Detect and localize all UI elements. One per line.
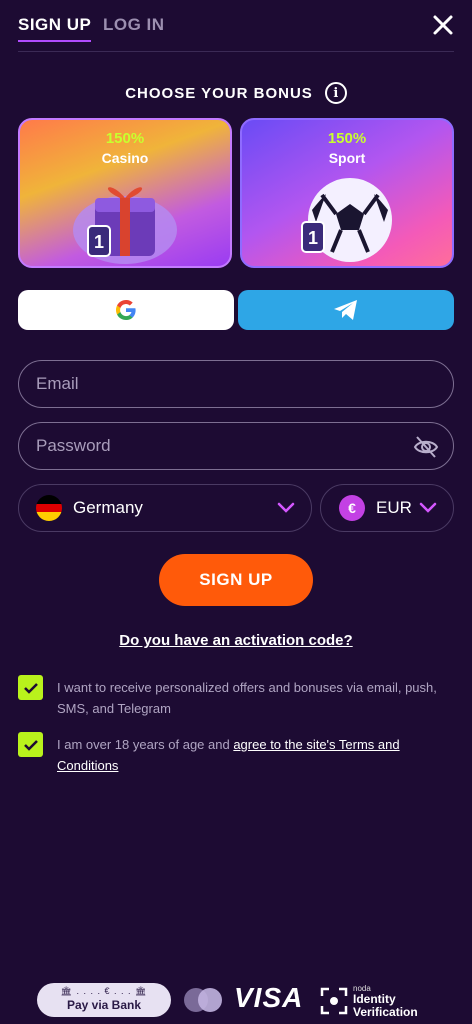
payment-footer: 🏛 . . . . € . . . 🏛 Pay via Bank VISA no… xyxy=(0,980,472,1020)
chevron-down-icon xyxy=(419,502,437,513)
scan-icon xyxy=(320,987,348,1015)
google-login-button[interactable] xyxy=(18,290,234,330)
offers-checkbox[interactable] xyxy=(18,675,43,700)
mastercard-icon xyxy=(184,988,222,1012)
password-input[interactable] xyxy=(19,423,453,469)
country-value: Germany xyxy=(73,498,143,517)
activation-code-link[interactable]: Do you have an activation code? xyxy=(0,632,472,649)
sport-bonus-label: Sport xyxy=(328,150,366,166)
casino-bonus-label: Casino xyxy=(101,150,149,166)
email-field xyxy=(18,360,454,408)
noda-verification-label: Verification xyxy=(353,1005,418,1019)
country-select[interactable]: Germany xyxy=(18,484,312,532)
close-icon[interactable] xyxy=(432,14,454,36)
euro-icon: € xyxy=(339,495,365,521)
eye-off-icon[interactable] xyxy=(413,434,439,460)
age-consent-row: I am over 18 years of age and agree to t… xyxy=(18,732,454,773)
tab-log-in[interactable]: LOG IN xyxy=(103,15,165,35)
svg-text:1: 1 xyxy=(94,232,104,252)
bank-icon: 🏛 . . . . € . . . 🏛 xyxy=(60,986,148,996)
sport-bonus-percent: 150% xyxy=(327,130,367,147)
offers-consent-row: I want to receive personalized offers an… xyxy=(18,675,454,719)
age-consent-prefix: I am over 18 years of age and xyxy=(57,737,234,752)
age-consent-text: I am over 18 years of age and agree to t… xyxy=(57,734,454,776)
checkmark-icon xyxy=(23,739,38,751)
email-input[interactable] xyxy=(19,361,453,407)
svg-text:1: 1 xyxy=(308,228,318,248)
bonus-title: CHOOSE YOUR BONUS xyxy=(125,84,313,102)
telegram-login-button[interactable] xyxy=(238,290,454,330)
casino-bonus-percent: 150% xyxy=(105,130,145,147)
telegram-icon xyxy=(334,300,357,320)
gift-box-icon: 1 xyxy=(73,187,177,264)
currency-value: EUR xyxy=(376,498,412,517)
google-icon xyxy=(116,300,136,320)
auth-tabs: SIGN UP LOG IN xyxy=(18,0,454,52)
pay-bank-euro: € xyxy=(104,986,111,996)
info-icon[interactable]: i xyxy=(324,82,347,104)
chevron-down-icon xyxy=(277,502,295,513)
bonus-header: CHOOSE YOUR BONUS i xyxy=(0,80,472,106)
currency-select[interactable]: € EUR xyxy=(320,484,454,532)
bonus-card-sport[interactable]: 150% Sport 1 xyxy=(240,118,454,268)
noda-identity-label: Identity xyxy=(353,992,396,1006)
pay-via-bank-label: Pay via Bank xyxy=(66,998,142,1012)
age-checkbox[interactable] xyxy=(18,732,43,757)
tab-sign-up[interactable]: SIGN UP xyxy=(18,15,92,42)
password-field xyxy=(18,422,454,470)
checkmark-icon xyxy=(23,682,38,694)
sign-up-button[interactable]: SIGN UP xyxy=(159,554,313,606)
pay-via-bank-logo: 🏛 . . . . € . . . 🏛 Pay via Bank xyxy=(37,983,171,1017)
noda-identity-logo: noda Identity Verification xyxy=(320,984,435,1019)
bonus-card-casino[interactable]: 150% Casino 1 xyxy=(18,118,232,268)
visa-logo: VISA xyxy=(234,982,304,1013)
offers-consent-text: I want to receive personalized offers an… xyxy=(57,680,437,716)
germany-flag-icon xyxy=(36,495,62,521)
soccer-ball-icon: 1 xyxy=(301,178,392,262)
